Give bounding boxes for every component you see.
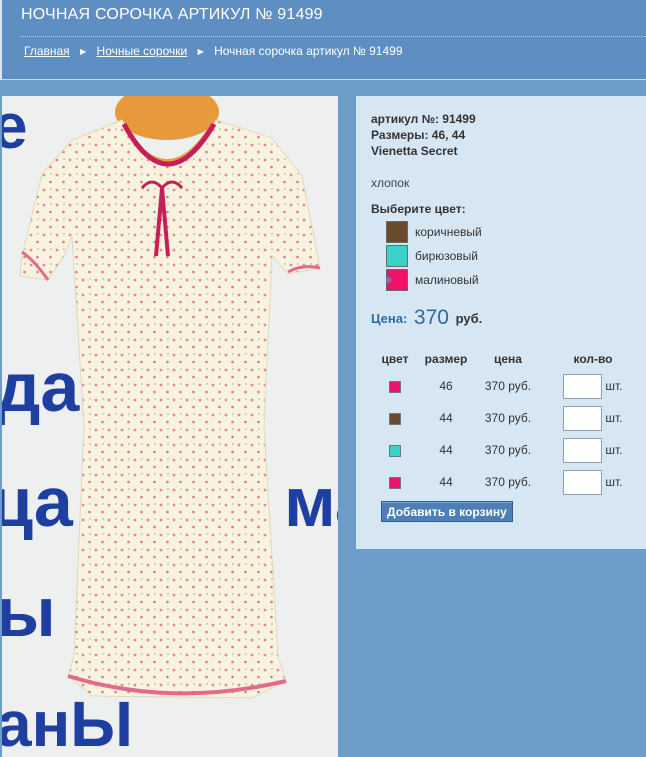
table-row: 44 370 руб. шт. (372, 434, 644, 466)
bg-letter-3: ца (2, 463, 74, 541)
row-color-swatch (389, 476, 401, 489)
price-label: Цена: (371, 311, 408, 326)
bg-letter-4: ма (284, 463, 338, 541)
row-price: 370 руб. (484, 475, 532, 489)
header-divider (21, 36, 646, 37)
row-color-swatch (389, 412, 401, 425)
product-photo[interactable]: e да ца ма ы анЫ (2, 96, 338, 757)
product-material: хлопок (371, 176, 410, 190)
price: Цена: 370 руб. (371, 305, 482, 329)
row-size: 44 (439, 411, 453, 425)
bg-letter-6: анЫ (2, 688, 133, 757)
product-panel: артикул №: 91499 Размеры: 46, 44 Vienett… (356, 96, 646, 549)
col-header-price: цена (494, 352, 522, 366)
row-size: 46 (439, 379, 453, 393)
col-header-size: размер (424, 352, 468, 366)
bg-letter-5: ы (2, 573, 56, 651)
choose-color-label: Выберите цвет: (371, 202, 466, 216)
color-name: бирюзовый (415, 249, 478, 263)
product-article: артикул №: 91499 (371, 112, 476, 126)
table-row: 44 370 руб. шт. (372, 402, 644, 434)
quantity-input[interactable] (563, 373, 603, 399)
row-color-swatch (389, 444, 401, 457)
quantity-unit: шт. (605, 475, 623, 489)
color-name: коричневый (415, 225, 482, 239)
variants-table: цвет размер цена кол-во 46 370 руб. шт. … (372, 348, 644, 498)
col-header-qty: кол-во (573, 352, 613, 366)
row-size: 44 (439, 443, 453, 457)
page-title: НОЧНАЯ СОРОЧКА АРТИКУЛ № 91499 (21, 6, 323, 23)
quantity-input[interactable] (563, 405, 603, 431)
row-size: 44 (439, 475, 453, 489)
price-currency: руб. (455, 311, 483, 326)
breadcrumb-home-link[interactable]: Главная (24, 44, 70, 58)
color-option-brown[interactable]: коричневый (386, 220, 482, 244)
col-header-color: цвет (381, 352, 409, 366)
color-option-turquoise[interactable]: бирюзовый (386, 244, 482, 268)
quantity-unit: шт. (605, 443, 623, 457)
quantity-unit: шт. (605, 411, 623, 425)
table-row: 46 370 руб. шт. (372, 370, 644, 402)
price-value: 370 (413, 306, 449, 329)
page-header: НОЧНАЯ СОРОЧКА АРТИКУЛ № 91499 Главная ▶… (0, 0, 646, 80)
breadcrumb-category-link[interactable]: Ночные сорочки (97, 44, 188, 58)
variants-header-row: цвет размер цена кол-во (372, 348, 644, 370)
row-price: 370 руб. (484, 443, 532, 457)
quantity-unit: шт. (605, 379, 623, 393)
header-left-border (0, 0, 2, 79)
bg-letter-1: e (2, 96, 28, 162)
color-option-raspberry[interactable]: малиновый (386, 268, 482, 292)
product-info: артикул №: 91499 Размеры: 46, 44 Vienett… (371, 111, 476, 159)
table-row: 44 370 руб. шт. (372, 466, 644, 498)
row-color-swatch (389, 380, 401, 393)
breadcrumb-separator-icon: ▶ (197, 47, 204, 56)
quantity-input[interactable] (563, 437, 603, 463)
selected-arrow-icon (387, 276, 392, 284)
product-photo-illustration: e да ца ма ы анЫ (2, 96, 338, 757)
row-price: 370 руб. (484, 379, 532, 393)
color-options: коричневый бирюзовый малиновый (386, 220, 482, 292)
color-swatch[interactable] (386, 221, 408, 243)
product-brand: Vienetta Secret (371, 144, 458, 158)
color-name: малиновый (415, 273, 479, 287)
row-price: 370 руб. (484, 411, 532, 425)
bg-letter-2: да (2, 348, 80, 426)
quantity-input[interactable] (563, 469, 603, 495)
breadcrumb-separator-icon: ▶ (80, 47, 87, 56)
product-sizes: Размеры: 46, 44 (371, 128, 466, 142)
breadcrumb: Главная ▶ Ночные сорочки ▶ Ночная сорочк… (24, 44, 403, 58)
color-swatch[interactable] (386, 269, 408, 291)
add-to-cart-button[interactable]: Добавить в корзину (381, 501, 513, 522)
color-swatch[interactable] (386, 245, 408, 267)
breadcrumb-current: Ночная сорочка артикул № 91499 (214, 44, 403, 58)
